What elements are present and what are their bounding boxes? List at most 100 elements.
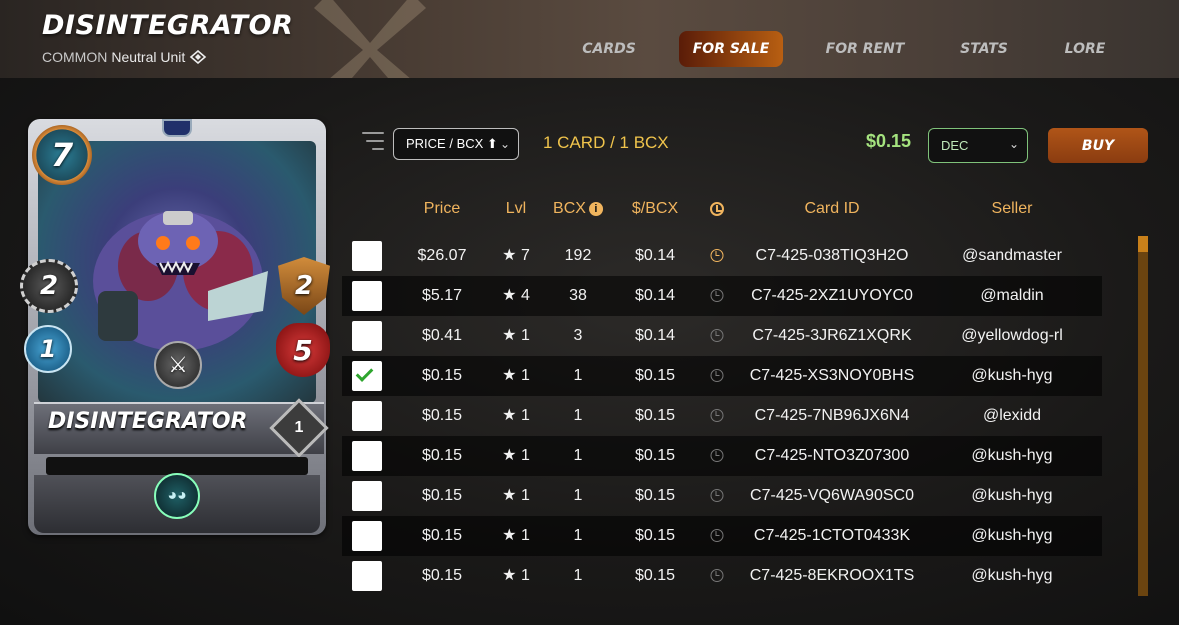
col-price[interactable]: Price [424,200,460,218]
cell-bcx: 3 [573,327,583,344]
cell-lvl: ★ 1 [502,327,530,344]
cell-seller[interactable]: @kush-hyg [971,476,1052,516]
sort-select[interactable]: PRICE / BCX ⬆ ⌄ [393,128,519,160]
buy-button[interactable]: BUY [1048,128,1148,163]
table-row[interactable]: $26.07 ★ 7 192 $0.14 C7-425-038TIQ3H2O @sandm… [342,236,1102,276]
info-icon[interactable]: i [588,202,603,216]
table-scrollbar[interactable] [1138,236,1148,596]
clock-icon [710,202,724,216]
cell-per-bcx: $0.15 [634,407,676,424]
table-row[interactable]: $0.41 ★ 1 3 $0.14 C7-425-3JR6Z1XQRK @yellowdo… [342,316,1102,356]
table-row[interactable]: $0.15 ★ 1 1 $0.15 C7-425-8EKROOX1TS @kush-hyg [342,556,1102,596]
chevron-down-icon: ⌄ [499,137,510,151]
selection-count: 1 CARD / 1 BCX [543,133,669,152]
cell-seller[interactable]: @lexidd [983,396,1041,436]
col-time[interactable] [710,200,724,219]
cell-card-id[interactable]: C7-425-038TIQ3H2O [756,236,909,276]
ability-icon: ⚔ [154,341,202,389]
cell-per-bcx: $0.15 [634,487,676,504]
cell-lvl: ★ 1 [502,447,530,464]
table-row[interactable]: $0.15 ★ 1 1 $0.15 C7-425-7NB96JX6N4 @lexidd [342,396,1102,436]
cell-lvl: ★ 1 [502,367,530,384]
cell-price: $0.41 [421,327,463,344]
cell-lvl: ★ 1 [502,487,530,504]
clock-icon [710,449,724,462]
cell-per-bcx: $0.15 [634,367,676,384]
row-checkbox[interactable] [352,241,382,271]
clock-icon [710,529,724,542]
cell-time [710,276,724,316]
tab-for-rent[interactable]: FOR RENT [815,31,915,67]
row-checkbox[interactable] [352,521,382,551]
row-checkbox[interactable] [352,321,382,351]
row-checkbox[interactable] [352,401,382,431]
cell-card-id[interactable]: C7-425-NTO3Z07300 [755,436,909,476]
cell-bcx: 1 [573,527,583,544]
col-bcx[interactable]: BCX i [553,200,603,218]
cell-seller[interactable]: @maldin [980,276,1043,316]
cell-seller[interactable]: @kush-hyg [971,556,1052,596]
cell-lvl: ★ 4 [502,287,530,304]
listing-table: $26.07 ★ 7 192 $0.14 C7-425-038TIQ3H2O @sandm… [342,236,1102,596]
tab-stats[interactable]: STATS [950,31,1018,67]
row-checkbox[interactable] [352,561,382,591]
cell-time [710,556,724,596]
cell-seller[interactable]: @kush-hyg [971,436,1052,476]
col-lvl[interactable]: Lvl [506,200,526,218]
table-row[interactable]: $0.15 ★ 1 1 $0.15 C7-425-VQ6WA90SC0 @kush-hyg [342,476,1102,516]
cell-time [710,436,724,476]
sort-select-value: PRICE / BCX ⬆ [406,136,498,151]
scrollbar-thumb[interactable] [1138,236,1148,596]
row-checkbox[interactable] [352,361,382,391]
card-image: 7 2 2 1 5 ⚔ DISINTEGRATOR 1 ◕◕ [20,119,330,537]
table-row[interactable]: $0.15 ★ 1 1 $0.15 C7-425-XS3NOY0BHS @kush-hyg [342,356,1102,396]
cell-card-id[interactable]: C7-425-XS3NOY0BHS [750,356,915,396]
cell-time [710,476,724,516]
tab-cards[interactable]: CARDS [570,31,648,67]
filter-lines-icon[interactable] [362,132,386,156]
cell-card-id[interactable]: C7-425-2XZ1UYOYC0 [751,276,913,316]
attack-stat: 2 [20,259,78,313]
col-card-id[interactable]: Card ID [804,200,859,218]
cell-seller[interactable]: @kush-hyg [971,356,1052,396]
col-seller[interactable]: Seller [992,200,1033,218]
col-bcx-label: BCX [553,200,586,217]
checkmark-icon [355,364,374,382]
table-row[interactable]: $5.17 ★ 4 38 $0.14 C7-425-2XZ1UYOYC0 @maldin [342,276,1102,316]
cell-lvl: ★ 1 [502,527,530,544]
tab-lore[interactable]: LORE [1055,31,1115,67]
currency-select[interactable]: DEC ⌄ [928,128,1028,163]
cell-time [710,356,724,396]
total-price: $0.15 [866,131,912,151]
cell-card-id[interactable]: C7-425-3JR6Z1XQRK [752,316,911,356]
clock-icon [710,329,724,342]
clock-icon [710,289,724,302]
table-header: Price Lvl BCX i $/BCX Card ID Seller [340,200,1100,230]
header-bar: DISINTEGRATOR COMMON Neutral Unit CARDS … [0,0,1179,78]
cell-per-bcx: $0.15 [634,527,676,544]
cell-price: $0.15 [421,527,463,544]
row-checkbox[interactable] [352,481,382,511]
cell-seller[interactable]: @yellowdog-rl [961,316,1063,356]
cell-card-id[interactable]: C7-425-1CTOT0433K [754,516,910,556]
row-checkbox[interactable] [352,281,382,311]
col-per-bcx[interactable]: $/BCX [632,200,678,218]
cell-bcx: 38 [569,287,587,304]
clock-icon [710,249,724,262]
cell-card-id[interactable]: C7-425-VQ6WA90SC0 [750,476,914,516]
cell-seller[interactable]: @sandmaster [962,236,1062,276]
clock-icon [710,569,724,582]
cell-card-id[interactable]: C7-425-8EKROOX1TS [750,556,915,596]
row-checkbox[interactable] [352,441,382,471]
cell-bcx: 1 [573,407,583,424]
speed-stat: 1 [24,325,72,373]
tab-for-sale[interactable]: FOR SALE [679,31,783,67]
cell-card-id[interactable]: C7-425-7NB96JX6N4 [755,396,910,436]
cell-seller[interactable]: @kush-hyg [971,516,1052,556]
health-stat: 5 [276,323,330,377]
table-row[interactable]: $0.15 ★ 1 1 $0.15 C7-425-NTO3Z07300 @kush-hyg [342,436,1102,476]
cell-price: $0.15 [421,407,463,424]
cell-lvl: ★ 7 [502,247,530,264]
tab-nav: CARDS FOR SALE FOR RENT STATS LORE [0,31,1179,67]
table-row[interactable]: $0.15 ★ 1 1 $0.15 C7-425-1CTOT0433K @kush-hyg [342,516,1102,556]
